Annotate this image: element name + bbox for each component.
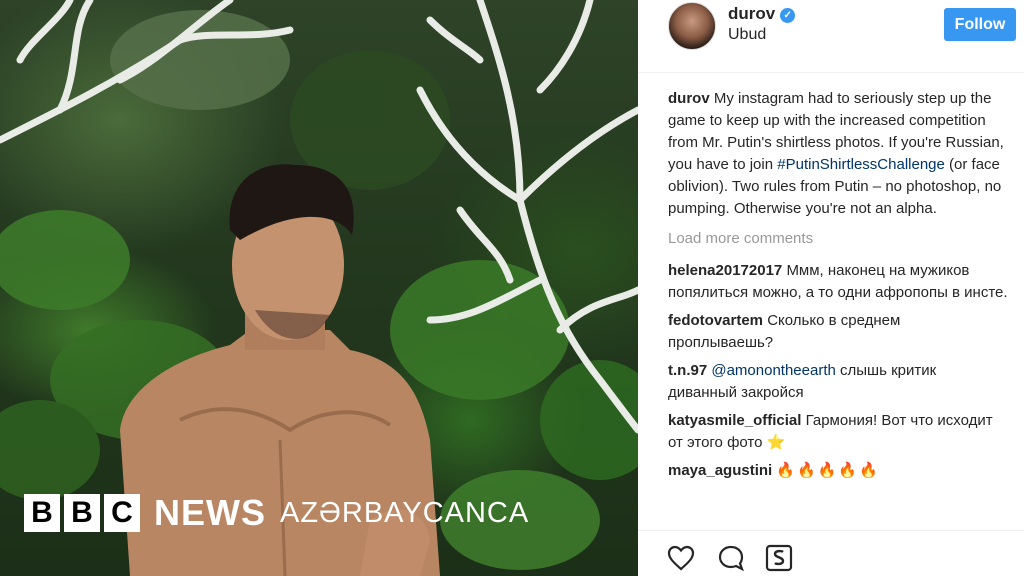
heart-icon[interactable]	[666, 543, 696, 573]
list-item: maya_agustini 🔥🔥🔥🔥🔥	[668, 460, 1008, 482]
comments-list: durov My instagram had to seriously step…	[668, 88, 1008, 488]
star-emoji-icon: ⭐	[766, 434, 786, 451]
bbc-letter-c: C	[104, 494, 140, 532]
verified-badge-icon: ✓	[780, 8, 796, 23]
avatar[interactable]	[668, 2, 716, 50]
bbc-letter-b1: B	[24, 494, 60, 532]
comment-username[interactable]: katyasmile_official	[668, 412, 801, 429]
comment-username[interactable]: maya_agustini	[668, 462, 772, 479]
caption-hashtag[interactable]: #PutinShirtlessChallenge	[777, 156, 945, 173]
caption: durov My instagram had to seriously step…	[668, 88, 1008, 220]
follow-button[interactable]: Follow	[944, 8, 1016, 41]
comment-icon[interactable]	[716, 543, 746, 573]
load-more-comments[interactable]: Load more comments	[668, 228, 1008, 250]
comment-username[interactable]: t.n.97	[668, 362, 707, 379]
bbc-news-wordmark: NEWS	[154, 492, 266, 533]
photo-scene	[0, 0, 638, 576]
list-item: t.n.97 @amonontheearth слышь критик дива…	[668, 360, 1008, 404]
bbc-letter-b2: B	[64, 494, 100, 532]
post-username[interactable]: durov ✓	[728, 4, 796, 24]
post-actions	[638, 530, 1024, 576]
post-photo: B B C NEWS AZƏRBAYCANCA	[0, 0, 638, 576]
bbc-news-logo: B B C NEWS AZƏRBAYCANCA	[24, 492, 530, 533]
comment-username[interactable]: fedotovartem	[668, 312, 763, 329]
list-item: fedotovartem Сколько в среднем проплывае…	[668, 310, 1008, 354]
bbc-service-name: AZƏRBAYCANCA	[280, 496, 530, 529]
username-text[interactable]: durov	[728, 4, 775, 23]
post-sidebar: durov ✓ Ubud Follow durov My instagram ha…	[638, 0, 1024, 576]
list-item: helena20172017 Ммм, наконец на мужиков п…	[668, 260, 1008, 304]
list-item: katyasmile_official Гармония! Вот что ис…	[668, 410, 1008, 454]
comment-username[interactable]: helena20172017	[668, 262, 782, 279]
caption-username[interactable]: durov	[668, 90, 710, 107]
post-location[interactable]: Ubud	[728, 26, 766, 44]
comment-mention[interactable]: @amonontheearth	[711, 362, 835, 379]
save-icon[interactable]	[764, 543, 794, 573]
post-header: durov ✓ Ubud Follow	[638, 0, 1024, 73]
fire-emoji-icon: 🔥🔥🔥🔥🔥	[776, 462, 880, 479]
